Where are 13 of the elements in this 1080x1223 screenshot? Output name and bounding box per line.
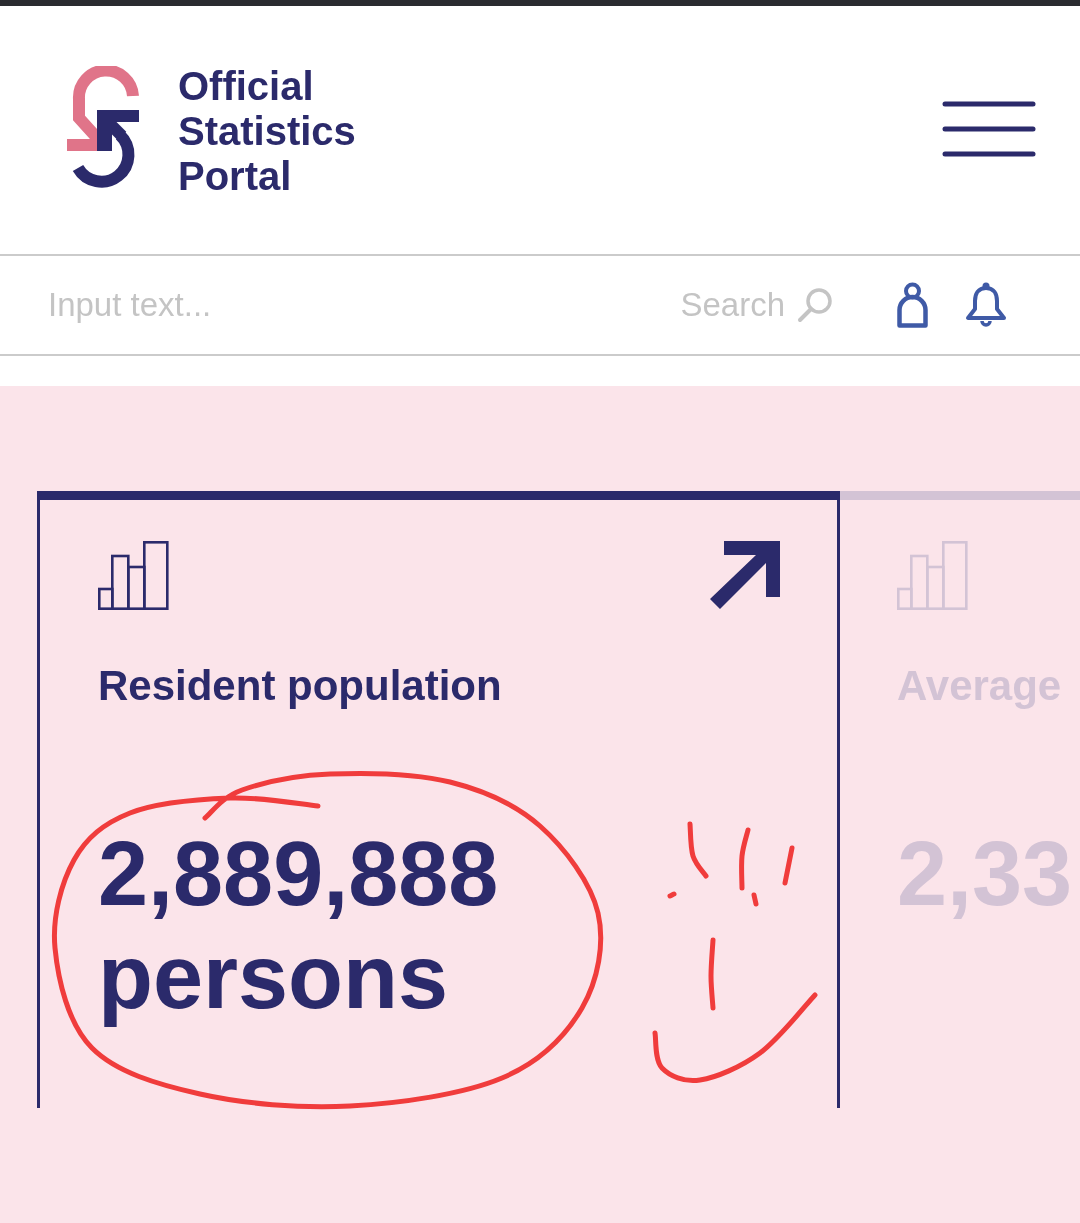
menu-icon[interactable] [942, 101, 1036, 159]
search-button[interactable]: Search [680, 286, 833, 324]
stat-card[interactable]: Resident population 2,889,888 persons [37, 491, 840, 1108]
portal-title: Official Statistics Portal [178, 63, 356, 199]
person-icon[interactable] [897, 282, 928, 328]
bar-chart-icon [897, 541, 968, 610]
bar-chart-icon [98, 541, 169, 610]
search-field[interactable]: Input text... [48, 283, 681, 327]
arrow-icon[interactable] [710, 541, 780, 611]
card-title: Resident population [98, 661, 502, 711]
stat-value: 2,889,888 persons [98, 823, 499, 1029]
bell-icon[interactable] [965, 282, 1007, 328]
search-icon [797, 287, 833, 323]
